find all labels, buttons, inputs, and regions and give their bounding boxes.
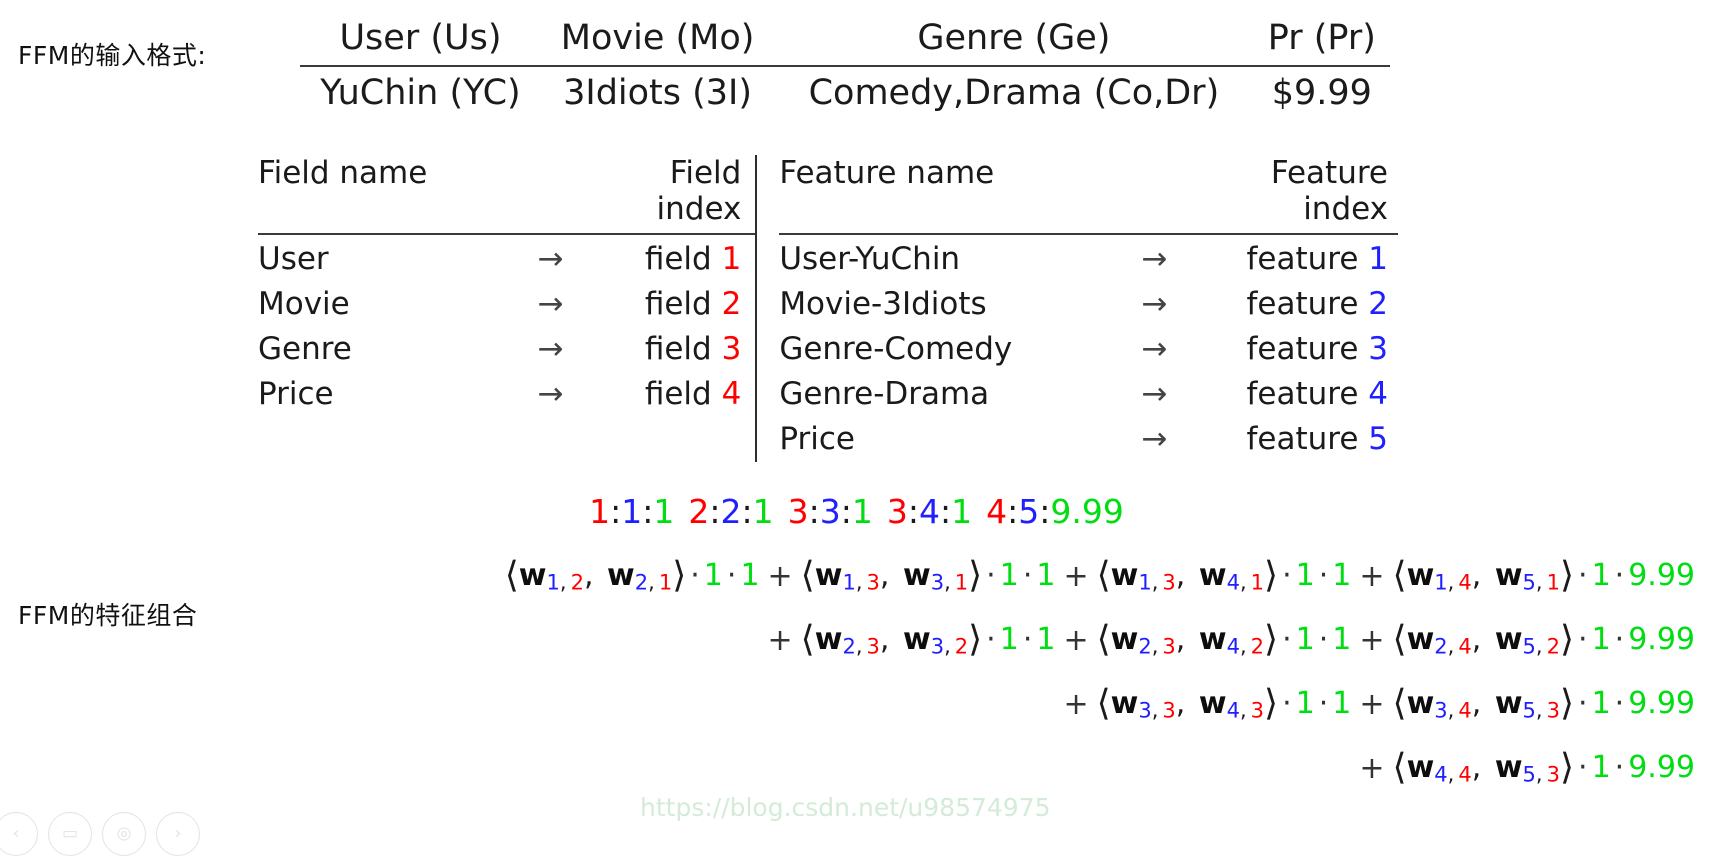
table-row: Genre → field 3: [258, 327, 755, 372]
field-name: User: [258, 241, 329, 277]
table-row: User → field 1: [258, 237, 755, 282]
field-name: Movie: [258, 285, 350, 322]
slide-navigation-icons[interactable]: ‹ ▭ ◎ ›: [0, 812, 200, 856]
arrow-right-icon: →: [1141, 241, 1168, 277]
formula-term: ⟨w1, 3, w3, 1⟩ · 1 · 1: [800, 554, 1056, 596]
table-row: YuChin (YC) 3Idiots (3I) Comedy,Drama (C…: [300, 65, 1390, 119]
next-slide-icon-glyph: ›: [174, 823, 182, 844]
libffm-token: 3:3:1: [787, 492, 873, 531]
field-mapping-table: Field name Field index User → field 1 Movie…: [258, 155, 756, 462]
arrow-right-icon: →: [1141, 285, 1168, 322]
libffm-token: 2:2:1: [688, 492, 774, 531]
feature-index: feature 3: [1246, 330, 1388, 367]
table-row: User-YuChin → feature 1: [779, 237, 1398, 282]
table-row: Genre-Comedy → feature 3: [779, 327, 1398, 372]
formula-line: + ⟨w3, 3, w4, 3⟩ · 1 · 1 + ⟨w3, 4, w5, 3⟩ · 1 · 9.99: [1063, 682, 1695, 724]
target-icon-glyph: ◎: [116, 823, 132, 844]
libffm-encoded-line: 1:1:1 2:2:1 3:3:1 3:4:1 4:5:9.99: [0, 492, 1713, 531]
formula-term: ⟨w4, 4, w5, 3⟩ · 1 · 9.99: [1392, 746, 1695, 788]
libffm-token: 3:4:1: [886, 492, 973, 531]
watermark: https://blog.csdn.net/u98574975: [640, 793, 1051, 822]
slides-overview-icon[interactable]: ▭: [48, 812, 92, 856]
feature-table-rule: [779, 233, 1398, 235]
target-icon[interactable]: ◎: [102, 812, 146, 856]
column-header-user: User (Us): [339, 18, 502, 58]
prev-slide-icon[interactable]: ‹: [0, 812, 38, 856]
field-index: field 4: [644, 375, 742, 412]
arrow-right-icon: →: [537, 285, 564, 322]
formula-term: ⟨w1, 4, w5, 1⟩ · 1 · 9.99: [1392, 554, 1695, 596]
field-name: Genre: [258, 330, 352, 367]
ffm-formula-block: ⟨w1, 2, w2, 1⟩ · 1 · 1 + ⟨w1, 3, w3, 1⟩ · 1 · 1 + ⟨w1, 3,…: [0, 545, 1713, 801]
cell-genre: Comedy,Drama (Co,Dr): [774, 65, 1254, 119]
field-index: field 1: [644, 241, 742, 277]
table-header-row: User (Us) Movie (Mo) Genre (Ge) Pr (Pr): [300, 18, 1390, 66]
feature-name: Price: [779, 420, 855, 457]
arrow-right-icon: →: [1141, 420, 1168, 457]
arrow-right-icon: →: [1141, 375, 1168, 412]
formula-term: ⟨w2, 3, w3, 2⟩ · 1 · 1: [800, 618, 1056, 660]
field-mapping-rows: User → field 1 Movie → field 2 Genre → field 3 Pr…: [258, 237, 755, 417]
table-row: Genre-Drama → feature 4: [779, 372, 1398, 417]
cell-movie: 3Idiots (3I): [540, 65, 775, 119]
column-header-feature-name: Feature name: [779, 155, 995, 191]
formula-term: ⟨w3, 3, w4, 3⟩ · 1 · 1: [1096, 682, 1352, 724]
column-header-field-name: Field name: [258, 155, 428, 191]
formula-line: + ⟨w2, 3, w3, 2⟩ · 1 · 1 + ⟨w2, 3, w4, 2⟩ · 1 · 1 + ⟨w2, 4…: [767, 618, 1695, 660]
column-header-price: Pr (Pr): [1267, 18, 1376, 58]
formula-term: ⟨w3, 4, w5, 3⟩ · 1 · 9.99: [1392, 682, 1695, 724]
arrow-right-icon: →: [537, 241, 564, 277]
formula-line: ⟨w1, 2, w2, 1⟩ · 1 · 1 + ⟨w1, 3, w3, 1⟩ · 1 · 1 + ⟨w1, 3,…: [504, 554, 1695, 596]
cell-user: YuChin (YC): [300, 65, 541, 119]
input-format-label: FFM的输入格式:: [18, 41, 207, 70]
input-format-table: User (Us) Movie (Mo) Genre (Ge) Pr (Pr) …: [300, 18, 1390, 119]
arrow-right-icon: →: [537, 375, 564, 412]
libffm-token: 4:5:9.99: [986, 492, 1124, 531]
field-index: field 2: [644, 285, 742, 322]
feature-name: User-YuChin: [779, 241, 961, 277]
formula-line: + ⟨w4, 4, w5, 3⟩ · 1 · 9.99: [1359, 746, 1695, 788]
field-table-rule: [258, 233, 756, 235]
field-name: Price: [258, 375, 334, 412]
arrow-right-icon: →: [1141, 330, 1168, 367]
slides-overview-icon-glyph: ▭: [61, 823, 79, 844]
column-header-genre: Genre (Ge): [917, 18, 1111, 58]
feature-index: feature 1: [1246, 241, 1388, 277]
input-format-table-element: User (Us) Movie (Mo) Genre (Ge) Pr (Pr) …: [300, 18, 1390, 119]
feature-name: Movie-3Idiots: [779, 285, 987, 322]
column-header-field-index: Field index: [656, 155, 742, 227]
formula-term: ⟨w2, 3, w4, 2⟩ · 1 · 1: [1096, 618, 1352, 660]
feature-name: Genre-Drama: [779, 375, 990, 412]
cell-price: $9.99: [1253, 65, 1390, 119]
formula-term: ⟨w2, 4, w5, 2⟩ · 1 · 9.99: [1392, 618, 1695, 660]
prev-slide-icon-glyph: ‹: [12, 823, 20, 844]
feature-mapping-header: Feature name Feature index: [779, 155, 1398, 233]
field-mapping-header: Field name Field index: [258, 155, 755, 233]
table-row: Movie → field 2: [258, 282, 755, 327]
libffm-token: 1:1:1: [589, 492, 675, 531]
formula-term: ⟨w1, 2, w2, 1⟩ · 1 · 1: [504, 554, 760, 596]
mapping-tables: Field name Field index User → field 1 Movie…: [258, 155, 1398, 462]
table-row: Price → field 4: [258, 372, 755, 417]
next-slide-icon[interactable]: ›: [156, 812, 200, 856]
table-row: Price → feature 5: [779, 417, 1398, 462]
feature-index: feature 5: [1246, 420, 1388, 457]
arrow-right-icon: →: [537, 330, 564, 367]
field-index: field 3: [644, 330, 742, 367]
feature-mapping-table: Feature name Feature index User-YuChin → f…: [755, 155, 1398, 462]
column-header-feature-index: Feature index: [1270, 155, 1388, 227]
feature-index: feature 2: [1246, 285, 1388, 322]
formula-term: ⟨w1, 3, w4, 1⟩ · 1 · 1: [1096, 554, 1352, 596]
feature-mapping-rows: User-YuChin → feature 1 Movie-3Idiots → featu…: [779, 237, 1398, 462]
feature-name: Genre-Comedy: [779, 330, 1013, 367]
feature-index: feature 4: [1246, 375, 1388, 412]
column-header-movie: Movie (Mo): [560, 18, 755, 58]
table-row: Movie-3Idiots → feature 2: [779, 282, 1398, 327]
